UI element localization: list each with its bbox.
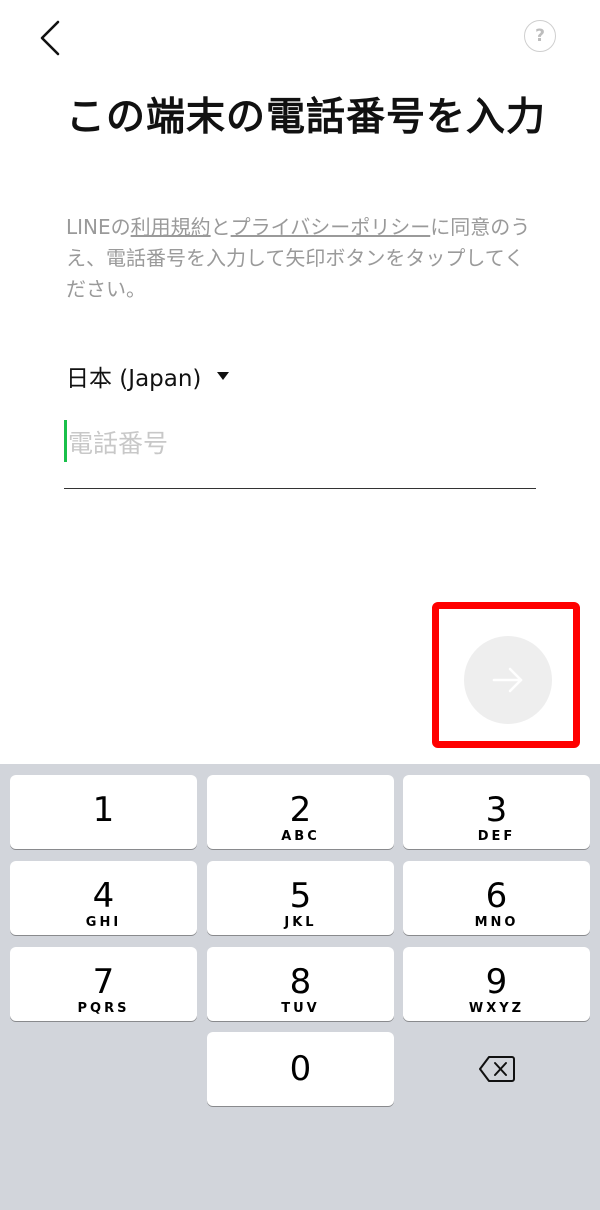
key-1[interactable]: 1 bbox=[10, 775, 197, 849]
key-digit: 9 bbox=[485, 962, 508, 1002]
key-letters: TUV bbox=[281, 1001, 320, 1016]
key-digit: 4 bbox=[92, 876, 115, 916]
key-letters: MNO bbox=[474, 915, 519, 930]
key-digit: 1 bbox=[92, 790, 115, 830]
key-digit: 2 bbox=[289, 790, 312, 830]
help-icon: ? bbox=[535, 26, 545, 46]
key-8[interactable]: 8 TUV bbox=[207, 947, 394, 1021]
caret-down-icon bbox=[217, 372, 230, 380]
key-5[interactable]: 5 JKL bbox=[207, 861, 394, 935]
desc-prefix: LINEの bbox=[66, 215, 131, 239]
arrow-right-icon bbox=[492, 667, 523, 693]
key-6[interactable]: 6 MNO bbox=[403, 861, 590, 935]
country-label: 日本 (Japan) bbox=[66, 366, 202, 392]
key-9[interactable]: 9 WXYZ bbox=[403, 947, 590, 1021]
chevron-left-icon bbox=[40, 20, 60, 56]
key-3[interactable]: 3 DEF bbox=[403, 775, 590, 849]
desc-and: と bbox=[210, 215, 231, 239]
privacy-policy-link[interactable]: プライバシーポリシー bbox=[231, 215, 431, 239]
delete-key[interactable] bbox=[403, 1032, 590, 1106]
key-2[interactable]: 2 ABC bbox=[207, 775, 394, 849]
terms-link[interactable]: 利用規約 bbox=[131, 215, 211, 239]
help-button[interactable]: ? bbox=[524, 20, 556, 52]
next-arrow-button[interactable] bbox=[464, 636, 552, 724]
key-4[interactable]: 4 GHI bbox=[10, 861, 197, 935]
page-title: この端末の電話番号を入力 bbox=[66, 95, 547, 140]
key-letters: WXYZ bbox=[468, 1001, 525, 1016]
key-letters: PQRS bbox=[77, 1001, 130, 1016]
country-selector[interactable]: 日本 (Japan) bbox=[66, 356, 230, 396]
backspace-icon bbox=[478, 1056, 515, 1082]
key-digit: 0 bbox=[289, 1049, 312, 1089]
key-digit: 3 bbox=[485, 790, 508, 830]
phone-field bbox=[64, 412, 536, 489]
key-0[interactable]: 0 bbox=[207, 1032, 394, 1106]
key-letters: JKL bbox=[284, 915, 317, 930]
phone-number-input[interactable] bbox=[64, 418, 536, 468]
key-letters: GHI bbox=[85, 915, 122, 930]
key-digit: 7 bbox=[92, 962, 115, 1002]
key-letters: DEF bbox=[477, 829, 516, 844]
key-digit: 8 bbox=[289, 962, 312, 1002]
back-button[interactable] bbox=[30, 14, 74, 62]
terms-description: LINEの利用規約とプライバシーポリシーに同意のうえ、電話番号を入力して矢印ボタ… bbox=[66, 212, 541, 305]
key-7[interactable]: 7 PQRS bbox=[10, 947, 197, 1021]
key-digit: 5 bbox=[289, 876, 312, 916]
top-bar: ? bbox=[0, 0, 600, 80]
key-digit: 6 bbox=[485, 876, 508, 916]
key-letters: ABC bbox=[281, 829, 320, 844]
